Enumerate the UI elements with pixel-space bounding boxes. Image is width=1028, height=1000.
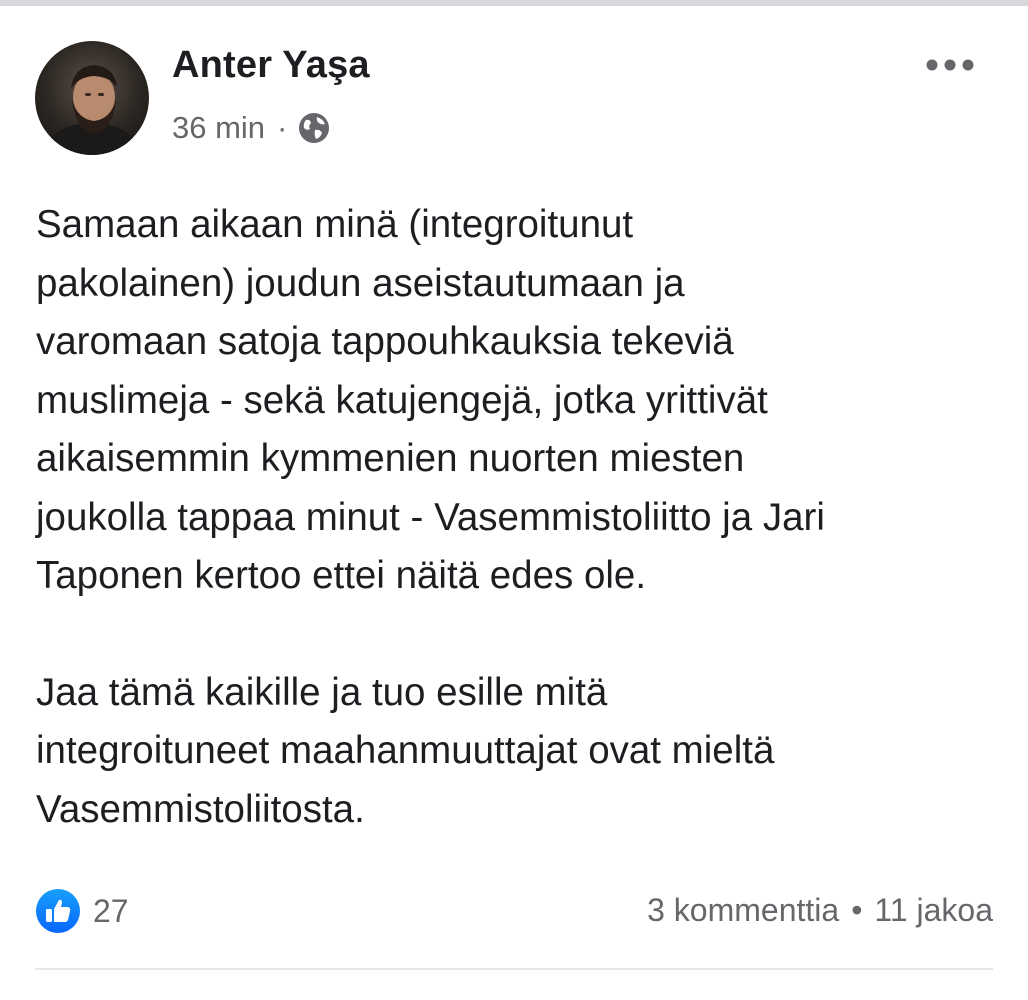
comments-count[interactable]: 3 kommenttia — [647, 892, 839, 929]
text-line: joukolla tappaa minut - Vasemmistoliitto… — [36, 495, 825, 539]
more-options-button[interactable] — [920, 48, 980, 82]
text-line: pakolainen) joudun aseistautumaan ja — [36, 261, 685, 305]
text-line: Taponen kertoo ettei näitä edes ole. — [36, 554, 647, 597]
post-time[interactable]: 36 min — [172, 110, 265, 146]
more-options-icon — [926, 59, 974, 71]
text-line: Jaa tämä kaikille ja tuo esille mitä — [36, 670, 608, 714]
text-line: Samaan aikaan minä (integroitunut — [36, 203, 634, 246]
text-line: aikaisemmin kymmenien nuorten miesten — [36, 437, 745, 480]
avatar-photo — [44, 65, 140, 155]
engagement-stats: 3 kommenttia • 11 jakoa — [647, 892, 993, 929]
post-text: Samaan aikaan minä (integroitunut pakola… — [36, 196, 1006, 839]
text-line: varomaan satoja tappouhkauksia tekeviä — [36, 320, 734, 363]
author-name[interactable]: Anter Yaşa — [172, 44, 370, 87]
text-line: muslimeja - sekä katujengejä, jotka yrit… — [36, 378, 768, 422]
text-line: integroituneet maahanmuuttajat ovat miel… — [36, 729, 775, 772]
like-icon — [36, 889, 80, 933]
globe-icon[interactable] — [297, 111, 331, 145]
reactions-summary[interactable]: 27 — [35, 888, 129, 934]
avatar[interactable] — [35, 41, 149, 155]
stats-separator: • — [851, 892, 863, 928]
reaction-count: 27 — [93, 892, 129, 929]
post-card: Anter Yaşa 36 min · Samaan aikaan minä (… — [0, 6, 1028, 1000]
text-line: Vasemmistoliitosta. — [36, 787, 365, 831]
divider — [35, 968, 993, 970]
shares-count[interactable]: 11 jakoa — [874, 892, 993, 929]
meta-separator: · — [277, 110, 288, 145]
post-meta: 36 min · — [172, 108, 331, 148]
